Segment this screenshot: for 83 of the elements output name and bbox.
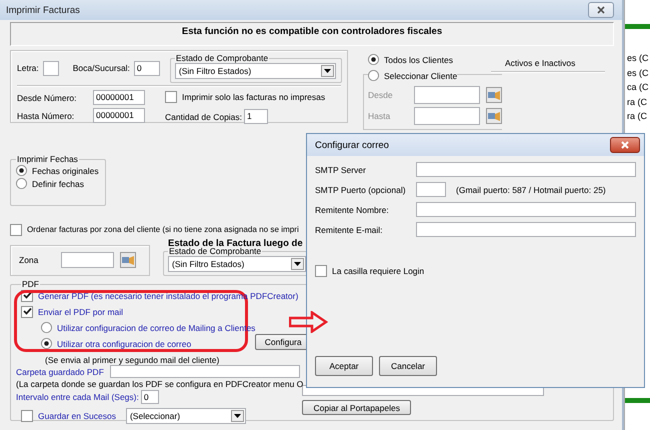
list-item: ra (C <box>627 96 647 109</box>
radio-label: Todos los Clientes <box>384 54 453 64</box>
client-field[interactable] <box>414 86 480 104</box>
port-field[interactable] <box>416 182 446 197</box>
radio-label: Seleccionar Cliente <box>384 70 458 80</box>
field-label: SMTP Server <box>315 164 367 174</box>
checkbox[interactable] <box>21 306 33 318</box>
checkbox[interactable] <box>165 90 177 102</box>
close-icon <box>621 141 629 149</box>
status-bar <box>625 24 650 29</box>
checkbox[interactable] <box>10 224 22 236</box>
copias-field[interactable]: 1 <box>244 109 268 124</box>
close-button[interactable] <box>610 137 640 153</box>
letra-field[interactable] <box>42 60 59 76</box>
field-label: Zona <box>19 255 40 265</box>
flashlight-icon <box>122 254 134 266</box>
dropdown[interactable]: (Sin Filtro Estados) <box>174 63 336 79</box>
sucursal-field[interactable]: 0 <box>134 60 160 76</box>
field-label: Carpeta guardado PDF <box>16 366 104 376</box>
radio-label: Utilizar otra configuracion de correo <box>57 338 192 348</box>
flashlight-icon <box>488 90 500 100</box>
section-heading: Estado de la Factura luego de <box>168 238 303 249</box>
field-label: Intervalo entre cada Mail (Segs): <box>16 392 139 402</box>
folder-field[interactable] <box>110 365 300 378</box>
desde-field[interactable]: 00000001 <box>93 90 145 105</box>
checkbox-label: Enviar el PDF por mail <box>38 306 124 316</box>
dropdown[interactable]: (Seleccionar) <box>126 408 246 424</box>
hint-text: (Gmail puerto: 587 / Hotmail puerto: 25) <box>456 184 606 194</box>
field-label: Remitente Nombre: <box>315 204 390 214</box>
field-label: Boca/Sucursal: <box>72 63 130 73</box>
search-button[interactable] <box>120 252 136 268</box>
field-label: Letra: <box>17 63 39 73</box>
flashlight-icon <box>488 110 500 122</box>
window-title: Imprimir Facturas <box>6 4 80 16</box>
search-button[interactable] <box>486 108 502 124</box>
field-label: Remitente E-mail: <box>315 224 384 234</box>
filter-label: Activos e Inactivos <box>504 58 576 68</box>
group-title: Estado de Comprobante <box>169 246 262 256</box>
warning-banner: Esta función no es compatible con controladores fiscales <box>10 22 614 46</box>
list-item: ca (C <box>627 81 649 94</box>
radio-label: Definir fechas <box>32 178 84 188</box>
copy-button[interactable]: Copiar al Portapapeles <box>302 400 412 415</box>
checkbox-label: Ordenar facturas por zona del cliente (si no tiene zona asignada no se impri <box>27 225 299 234</box>
zona-field[interactable] <box>61 252 114 268</box>
close-button[interactable] <box>588 2 614 18</box>
radio-button[interactable] <box>41 322 52 333</box>
checkbox-label: La casilla requiere Login <box>332 266 424 276</box>
interval-field[interactable]: 0 <box>140 390 159 404</box>
list-item: ra (C <box>627 110 647 123</box>
note-text: (Se envia al primer y segundo mail del cliente) <box>45 355 220 365</box>
field-label: Hasta Número: <box>17 110 76 120</box>
hasta-field[interactable]: 00000001 <box>93 108 145 123</box>
text-field[interactable] <box>416 222 636 237</box>
checkbox[interactable] <box>315 264 327 276</box>
client-field[interactable] <box>414 107 480 125</box>
field-label: Desde <box>368 90 394 100</box>
checkbox-label: Guardar en Sucesos <box>38 411 116 421</box>
checkbox-label: Imprimir solo las facturas no impresas <box>182 92 326 102</box>
checkbox[interactable] <box>21 410 33 422</box>
text-field[interactable] <box>416 162 636 177</box>
field-label: Hasta <box>368 111 392 121</box>
group-title: PDF <box>21 279 40 289</box>
radio-button[interactable] <box>16 165 27 176</box>
note-text: (La carpeta donde se guardan los PDF se configura en PDFCreator menu O <box>16 379 304 389</box>
group-title: Imprimir Fechas <box>16 154 79 164</box>
group-title: Estado de Comprobante <box>174 53 270 63</box>
close-icon <box>597 6 605 14</box>
field-label: Desde Número: <box>17 92 78 102</box>
radio-button[interactable] <box>16 178 27 189</box>
list-item: es (C <box>627 52 649 65</box>
list-item: es (C <box>627 66 649 80</box>
radio-label: Fechas originales <box>32 166 99 176</box>
annotation-arrow <box>289 311 328 333</box>
field-label: Cantidad de Copias: <box>165 112 242 122</box>
field-label: SMTP Puerto (opcional) <box>315 184 407 194</box>
search-button[interactable] <box>486 87 502 103</box>
dialog-button[interactable]: Cancelar <box>379 356 437 376</box>
dialog-title: Configurar correo <box>315 140 389 150</box>
dialog-button[interactable]: Aceptar <box>315 356 373 376</box>
text-field[interactable] <box>416 202 636 217</box>
dropdown[interactable]: (Sin Filtro Estados) <box>168 256 306 272</box>
status-bar <box>625 398 650 402</box>
radio-button[interactable] <box>41 338 52 349</box>
